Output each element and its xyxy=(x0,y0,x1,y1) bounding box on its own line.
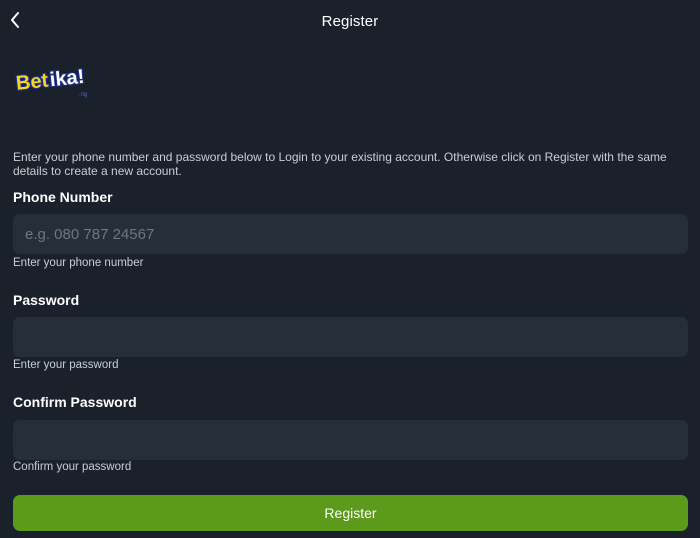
phone-input[interactable] xyxy=(13,214,688,254)
confirm-password-label: Confirm Password xyxy=(13,394,137,410)
confirm-password-input[interactable] xyxy=(13,420,688,460)
register-page: Register Bet ika! .ng Enter your phone n… xyxy=(0,0,700,538)
password-label: Password xyxy=(13,292,80,308)
svg-text:.ng: .ng xyxy=(79,92,87,98)
page-title: Register xyxy=(321,13,379,30)
password-input[interactable] xyxy=(13,317,688,357)
svg-text:ika!: ika! xyxy=(49,66,86,91)
password-help: Enter your password xyxy=(13,359,119,371)
confirm-password-help: Confirm your password xyxy=(13,461,132,473)
phone-help: Enter your phone number xyxy=(13,257,144,269)
betika-logo: Bet ika! .ng xyxy=(14,65,87,98)
svg-text:Bet: Bet xyxy=(15,70,50,95)
top-bar: Register xyxy=(0,0,700,44)
register-button[interactable]: Register xyxy=(13,495,688,531)
phone-label: Phone Number xyxy=(13,189,113,205)
intro-text: Enter your phone number and password bel… xyxy=(13,150,667,178)
